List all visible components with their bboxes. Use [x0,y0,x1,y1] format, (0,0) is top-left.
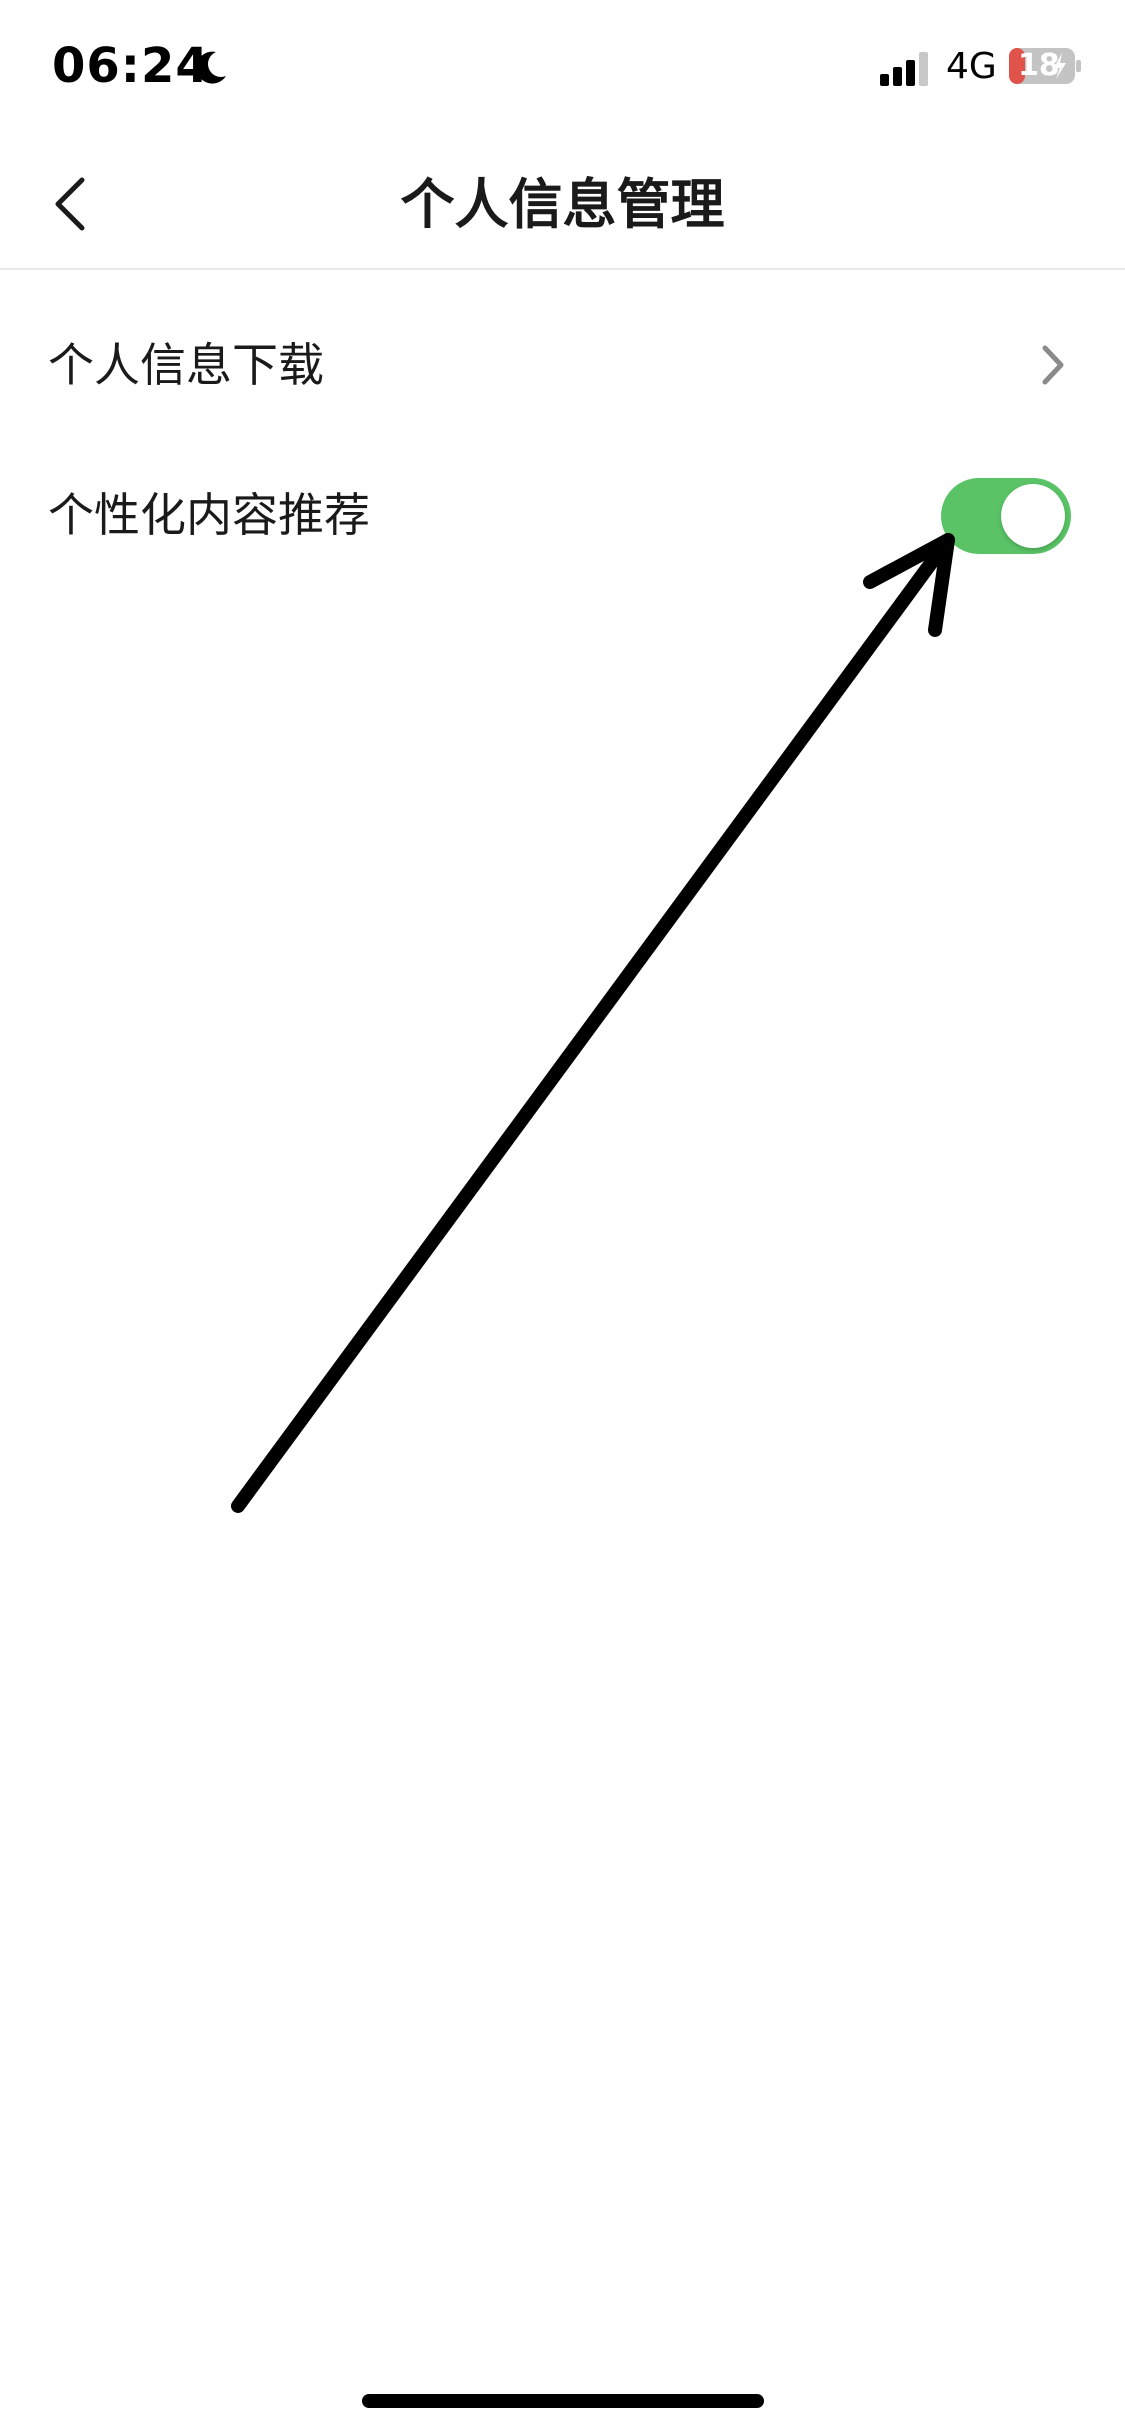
list-item-personal-info-download[interactable]: 个人信息下载 [0,290,1125,440]
status-time: 06:24 [52,38,210,94]
personalized-recommendation-toggle[interactable] [941,478,1071,554]
list-item-personalized-recommendation: 个性化内容推荐 [0,440,1125,590]
battery-level: 18 [1018,48,1060,83]
list-item-label: 个性化内容推荐 [48,488,370,542]
chevron-left-icon [55,177,85,231]
chevron-right-icon [1042,345,1064,385]
home-indicator [362,2394,764,2408]
toggle-knob [1001,484,1065,548]
network-type: 4G [946,46,997,87]
screen: 06:24 4G 18 个人信息管理 个人信息下载 个性化内容推荐 [0,0,1125,2436]
page-title: 个人信息管理 [400,173,725,236]
status-bar: 06:24 4G 18 [0,0,1125,140]
back-button[interactable] [40,164,120,244]
list-item-label: 个人信息下载 [48,338,324,392]
signal-icon [880,52,928,86]
moon-icon [196,51,226,84]
nav-bar: 个人信息管理 [0,140,1125,270]
